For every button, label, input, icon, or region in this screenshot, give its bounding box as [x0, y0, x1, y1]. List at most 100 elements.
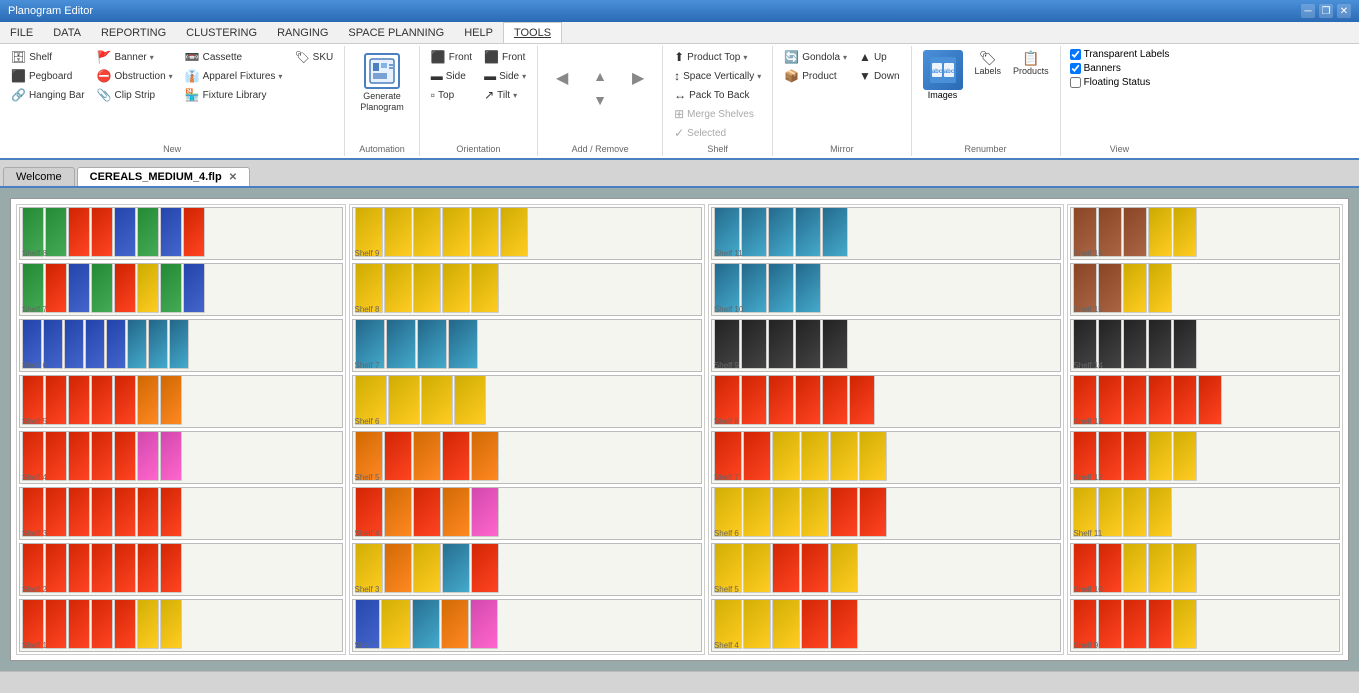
menu-spaceplanning[interactable]: SPACE PLANNING: [338, 22, 454, 43]
product[interactable]: [822, 207, 848, 257]
product[interactable]: [1148, 599, 1172, 649]
product[interactable]: [1123, 319, 1147, 369]
product[interactable]: [91, 543, 113, 593]
tab-welcome[interactable]: Welcome: [3, 167, 75, 186]
product[interactable]: [412, 599, 440, 649]
product[interactable]: [743, 487, 771, 537]
product[interactable]: [85, 319, 105, 369]
product[interactable]: [1123, 375, 1147, 425]
product[interactable]: [127, 319, 147, 369]
product[interactable]: [183, 263, 205, 313]
product[interactable]: [68, 207, 90, 257]
tab-cereals[interactable]: CEREALS_MEDIUM_4.flp ✕: [77, 167, 250, 186]
product[interactable]: [91, 207, 113, 257]
product-top-button[interactable]: ⬆ Product Top ▾: [669, 48, 766, 66]
product[interactable]: [830, 543, 858, 593]
product[interactable]: [384, 431, 412, 481]
tab-cereals-close[interactable]: ✕: [229, 172, 237, 183]
product[interactable]: [772, 487, 800, 537]
product[interactable]: [137, 599, 159, 649]
product[interactable]: [471, 487, 499, 537]
product[interactable]: [1148, 431, 1172, 481]
product[interactable]: [45, 599, 67, 649]
add-down-button[interactable]: ▼: [582, 89, 618, 111]
add-left-button[interactable]: ◀: [544, 65, 580, 111]
product[interactable]: [500, 207, 528, 257]
product[interactable]: [45, 263, 67, 313]
transparent-labels-check[interactable]: Transparent Labels: [1067, 48, 1173, 61]
menu-ranging[interactable]: RANGING: [267, 22, 338, 43]
clipstrip-button[interactable]: 📎 Clip Strip: [92, 86, 178, 104]
product[interactable]: [91, 487, 113, 537]
product[interactable]: [160, 207, 182, 257]
product[interactable]: [137, 543, 159, 593]
banners-checkbox[interactable]: [1070, 63, 1081, 74]
pack-to-back-button[interactable]: ↔ Pack To Back: [669, 86, 766, 104]
product[interactable]: [1173, 319, 1197, 369]
product[interactable]: [148, 319, 168, 369]
product[interactable]: [68, 375, 90, 425]
apparel-button[interactable]: 👔 Apparel Fixtures ▾: [180, 67, 288, 85]
product[interactable]: [160, 543, 182, 593]
add-right-button[interactable]: ▶: [620, 65, 656, 111]
product[interactable]: [741, 263, 767, 313]
product[interactable]: [106, 319, 126, 369]
menu-tools[interactable]: TOOLS: [503, 22, 562, 43]
fixture-button[interactable]: 🏪 Fixture Library: [180, 86, 288, 104]
product[interactable]: [741, 375, 767, 425]
cassette-button[interactable]: 📼 Cassette: [180, 48, 288, 66]
product[interactable]: [91, 599, 113, 649]
product[interactable]: [822, 375, 848, 425]
selected-button[interactable]: ✓ Selected: [669, 124, 766, 142]
product[interactable]: [471, 263, 499, 313]
gondola-button[interactable]: 🔄 Gondola ▾: [779, 48, 852, 66]
front-button-right[interactable]: ⬛ Front: [479, 48, 531, 66]
product[interactable]: [1148, 487, 1172, 537]
menu-file[interactable]: FILE: [0, 22, 43, 43]
shelf-button[interactable]: 🗄 Shelf: [6, 48, 90, 66]
obstruction-button[interactable]: ⛔ Obstruction ▾: [92, 67, 178, 85]
product[interactable]: [1123, 599, 1147, 649]
hangingbar-button[interactable]: 🔗 Hanging Bar: [6, 86, 90, 104]
product[interactable]: [471, 543, 499, 593]
transparent-labels-checkbox[interactable]: [1070, 49, 1081, 60]
product[interactable]: [1123, 543, 1147, 593]
product[interactable]: [114, 599, 136, 649]
product[interactable]: [114, 375, 136, 425]
product[interactable]: [442, 487, 470, 537]
product[interactable]: [91, 263, 113, 313]
product[interactable]: [417, 319, 447, 369]
product[interactable]: [768, 263, 794, 313]
menu-clustering[interactable]: CLUSTERING: [176, 22, 267, 43]
product[interactable]: [1123, 487, 1147, 537]
product[interactable]: [91, 375, 113, 425]
product[interactable]: [1123, 431, 1147, 481]
product[interactable]: [1148, 263, 1172, 313]
tilt-button[interactable]: ↗ Tilt ▾: [479, 86, 531, 104]
product[interactable]: [68, 487, 90, 537]
product-button[interactable]: 📦 Product: [779, 67, 852, 85]
product[interactable]: [795, 319, 821, 369]
product[interactable]: [1148, 375, 1172, 425]
product[interactable]: [471, 207, 499, 257]
product[interactable]: [830, 487, 858, 537]
product[interactable]: [160, 599, 182, 649]
restore-button[interactable]: ❐: [1319, 4, 1333, 18]
merge-shelves-button[interactable]: ⊞ Merge Shelves: [669, 105, 766, 123]
banners-check[interactable]: Banners: [1067, 62, 1173, 75]
product[interactable]: [45, 487, 67, 537]
product[interactable]: [442, 543, 470, 593]
product[interactable]: [137, 375, 159, 425]
product[interactable]: [768, 375, 794, 425]
product[interactable]: [772, 599, 800, 649]
product[interactable]: [91, 431, 113, 481]
product[interactable]: [413, 207, 441, 257]
product[interactable]: [183, 207, 205, 257]
product[interactable]: [768, 207, 794, 257]
product[interactable]: [137, 487, 159, 537]
product[interactable]: [1173, 543, 1197, 593]
product[interactable]: [114, 431, 136, 481]
product[interactable]: [441, 599, 469, 649]
down-button[interactable]: ▼ Down: [854, 67, 904, 85]
product[interactable]: [849, 375, 875, 425]
